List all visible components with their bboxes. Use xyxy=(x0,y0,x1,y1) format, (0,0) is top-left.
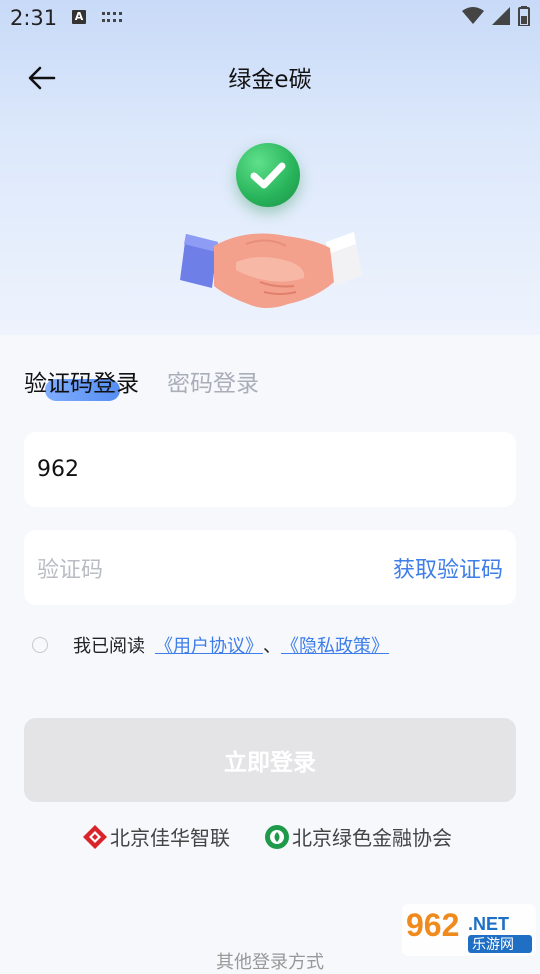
status-bar: 2:31 A xyxy=(0,0,540,36)
login-button[interactable]: 立即登录 xyxy=(24,718,516,802)
watermark-net: .NET xyxy=(468,914,509,934)
partner-name: 北京佳华智联 xyxy=(110,826,230,850)
phone-input-value: 962 xyxy=(37,457,79,482)
partner-name: 北京绿色金融协会 xyxy=(292,826,452,850)
status-time: 2:31 xyxy=(10,6,58,30)
agreement-prefix: 我已阅读 xyxy=(73,636,145,657)
user-agreement-link[interactable]: 《用户协议》 xyxy=(155,632,263,658)
jiahua-logo-icon xyxy=(83,824,107,849)
check-circle-icon xyxy=(236,143,300,207)
partner-jiahua: 北京佳华智联 xyxy=(82,822,230,851)
signal-icon xyxy=(492,7,510,25)
watermark-logo: 962 .NET 乐游网 xyxy=(402,904,536,956)
watermark-site: 乐游网 xyxy=(472,937,514,953)
tab-sms-login[interactable]: 验证码登录 xyxy=(24,364,139,398)
green-finance-logo-icon xyxy=(265,824,289,849)
tab-password-login[interactable]: 密码登录 xyxy=(167,364,259,398)
page-title: 绿金e碳 xyxy=(228,67,312,93)
battery-icon xyxy=(518,6,530,26)
verification-code-input[interactable]: 验证码 获取验证码 xyxy=(24,530,516,605)
status-icons xyxy=(462,6,530,26)
keyboard-icon xyxy=(102,12,122,22)
watermark-number: 962 xyxy=(406,907,459,943)
a-notification-icon: A xyxy=(72,10,86,24)
code-placeholder: 验证码 xyxy=(37,557,104,583)
phone-input[interactable]: 962 xyxy=(24,432,516,507)
wifi-icon xyxy=(462,7,484,24)
agreement-row: 我已阅读 《用户协议》 、 《隐私政策》 xyxy=(32,631,389,659)
partner-green-finance: 北京绿色金融协会 xyxy=(264,822,452,851)
agreement-checkbox[interactable] xyxy=(32,637,48,653)
privacy-policy-link[interactable]: 《隐私政策》 xyxy=(281,632,389,658)
agreement-separator: 、 xyxy=(263,636,281,657)
handshake-illustration xyxy=(180,232,362,308)
get-code-button[interactable]: 获取验证码 xyxy=(393,552,503,584)
partner-logos: 北京佳华智联 北京绿色金融协会 xyxy=(0,822,540,858)
